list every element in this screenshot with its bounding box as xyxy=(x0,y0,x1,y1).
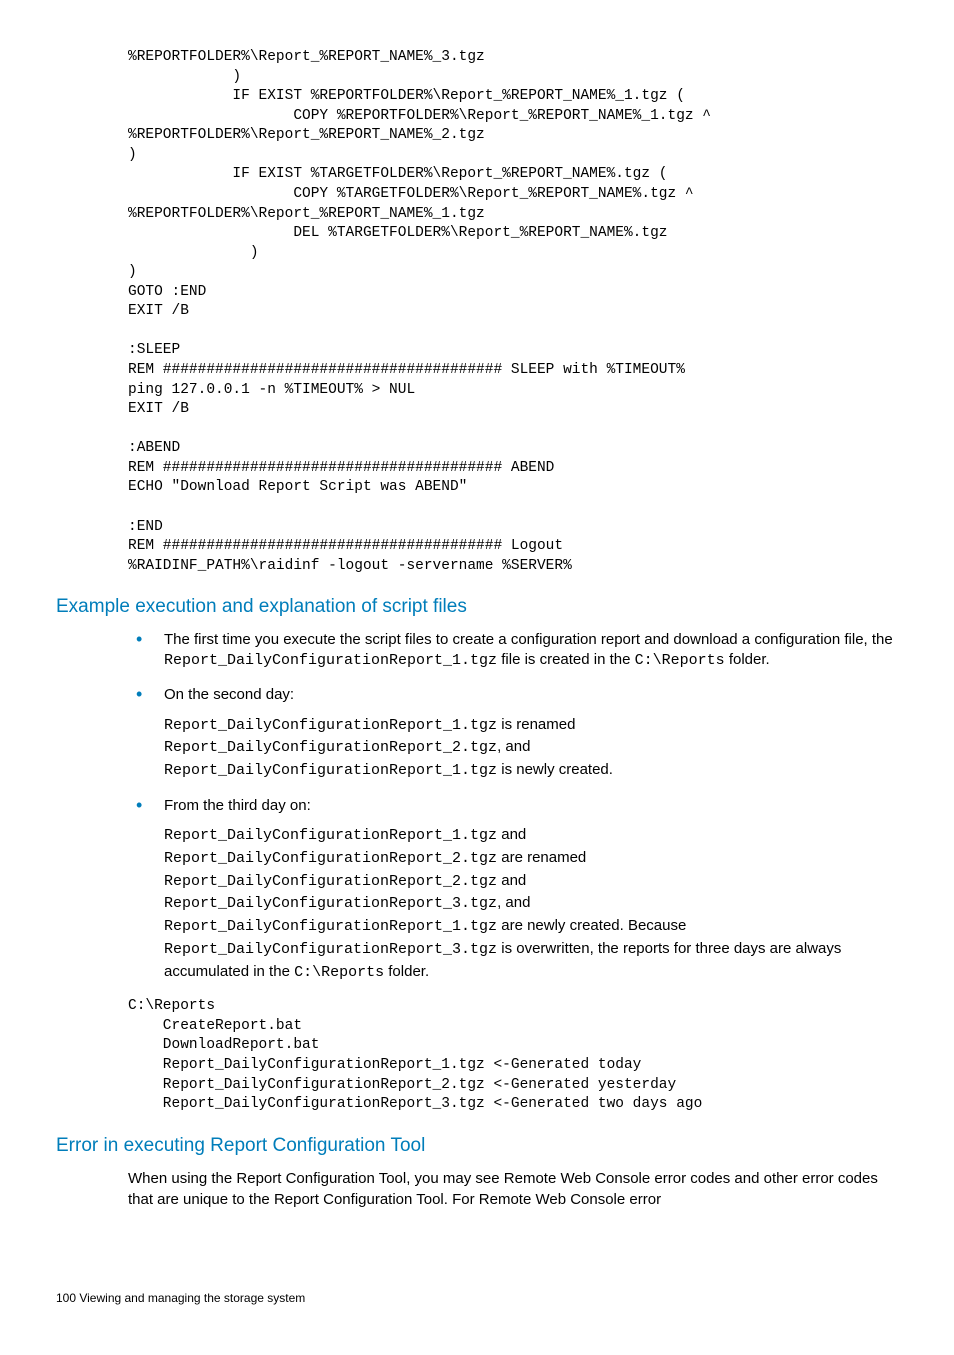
heading-error-tool: Error in executing Report Configuration … xyxy=(56,1133,898,1159)
b3-l5b: are newly created. Because xyxy=(497,917,686,934)
b3-l2b: are renamed xyxy=(497,849,586,866)
b3-l4b: , and xyxy=(497,894,530,911)
heading-example-execution: Example execution and explanation of scr… xyxy=(56,594,898,620)
bullet1-mono1: Report_DailyConfigurationReport_1.tgz xyxy=(164,652,497,669)
b2-l2a: Report_DailyConfigurationReport_2.tgz xyxy=(164,739,497,756)
b2-l3a: Report_DailyConfigurationReport_1.tgz xyxy=(164,762,497,779)
b3-l6a: Report_DailyConfigurationReport_3.tgz xyxy=(164,941,497,958)
bullet-item-1: The first time you execute the script fi… xyxy=(128,630,898,672)
b3-l3a: Report_DailyConfigurationReport_2.tgz xyxy=(164,873,497,890)
b3-l4a: Report_DailyConfigurationReport_3.tgz xyxy=(164,895,497,912)
b3-l1a: Report_DailyConfigurationReport_1.tgz xyxy=(164,827,497,844)
b3-l6d: folder. xyxy=(384,963,429,980)
page-footer: 100 Viewing and managing the storage sys… xyxy=(56,1290,898,1306)
bullet-list: The first time you execute the script fi… xyxy=(128,630,898,984)
b2-l1a: Report_DailyConfigurationReport_1.tgz xyxy=(164,717,497,734)
bullet1-text-mid: file is created in the xyxy=(497,651,635,668)
b2-l3b: is newly created. xyxy=(497,761,613,778)
b3-l5a: Report_DailyConfigurationReport_1.tgz xyxy=(164,918,497,935)
bullet2-lead: On the second day: xyxy=(164,686,294,703)
bullet-item-3: From the third day on: Report_DailyConfi… xyxy=(128,796,898,984)
b3-l2a: Report_DailyConfigurationReport_2.tgz xyxy=(164,850,497,867)
bullet3-sub: Report_DailyConfigurationReport_1.tgz an… xyxy=(164,824,898,983)
bullet3-lead: From the third day on: xyxy=(164,797,311,814)
script-code-block: %REPORTFOLDER%\Report_%REPORT_NAME%_3.tg… xyxy=(128,48,898,576)
b3-l1b: and xyxy=(497,826,526,843)
bullet1-text-post: folder. xyxy=(725,651,770,668)
b2-l1b: is renamed xyxy=(497,716,575,733)
b3-l6c: C:\Reports xyxy=(294,964,384,981)
reports-folder-listing: C:\Reports CreateReport.bat DownloadRepo… xyxy=(128,997,898,1114)
bullet-item-2: On the second day: Report_DailyConfigura… xyxy=(128,685,898,782)
b3-l3b: and xyxy=(497,872,526,889)
error-paragraph: When using the Report Configuration Tool… xyxy=(128,1168,898,1210)
bullet1-text-pre: The first time you execute the script fi… xyxy=(164,631,893,648)
bullet1-mono2: C:\Reports xyxy=(635,652,725,669)
b2-l2b: , and xyxy=(497,738,530,755)
bullet2-sub: Report_DailyConfigurationReport_1.tgz is… xyxy=(164,714,898,782)
